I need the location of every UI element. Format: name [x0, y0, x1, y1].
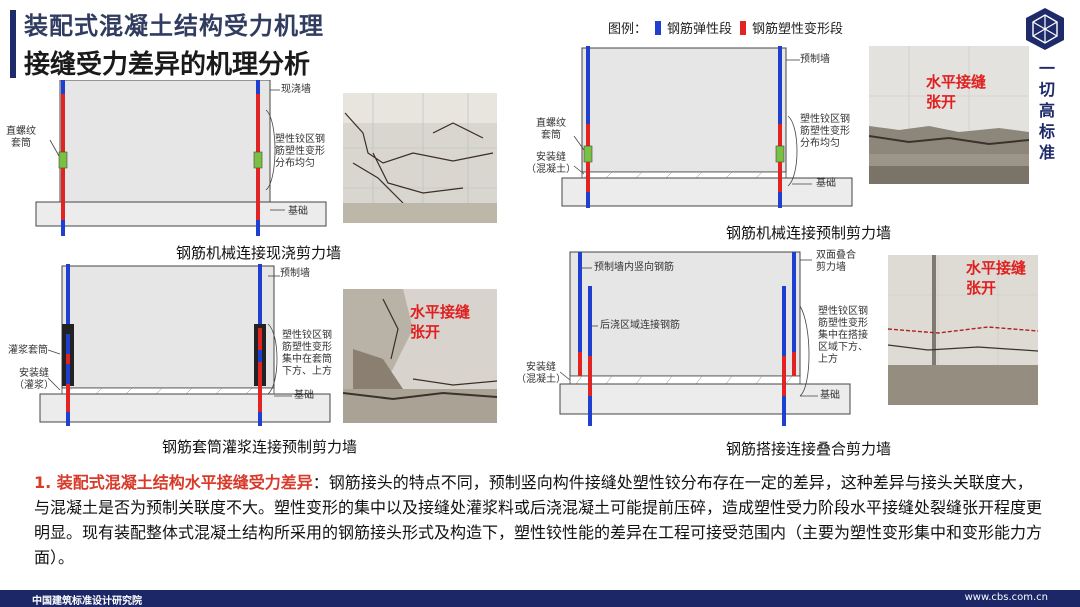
d2-caption: 钢筋机械连接预制剪力墙: [726, 224, 892, 242]
d1-wall-label: 现浇墙: [281, 84, 311, 95]
d3-joint-label: 安装缝 （灌浆）: [14, 368, 54, 391]
d3-wall-label: 预制墙: [280, 268, 310, 279]
title-accent-bar: [10, 10, 16, 78]
side-tag: 一切高标准: [1038, 59, 1055, 162]
legend-plastic-label: 钢筋塑性变形段: [752, 22, 844, 37]
photo-precast-mech-joint: [869, 46, 1029, 184]
legend: 图例： 钢筋弹性段 钢筋塑性变形段: [608, 18, 843, 37]
photo3-label: 水平接缝 张开: [410, 303, 471, 341]
d2-wall-label: 预制墙: [800, 54, 830, 65]
d2-coupler-label: 直螺纹 套筒: [536, 118, 566, 141]
d1-plastic-label: 塑性铰区钢 筋塑性变形 分布均匀: [275, 134, 325, 169]
d4-joint-label: 安装缝 （混凝土）: [516, 362, 566, 385]
legend-prefix: 图例：: [608, 22, 648, 37]
rebar-left-cast: [588, 286, 592, 426]
footer-org: 中国建筑标准设计研究院: [32, 596, 142, 607]
footer-bar: 中国建筑标准设计研究院 www.cbs.com.cn: [0, 590, 1080, 607]
rebar-right-cast: [782, 286, 786, 426]
page-title: 装配式混凝土结构受力机理: [24, 12, 324, 40]
legend-elastic-swatch: [655, 20, 662, 35]
rebar-right-inner: [792, 252, 796, 376]
d1-base-label: 基础: [288, 206, 308, 217]
footer-url[interactable]: www.cbs.com.cn: [965, 592, 1048, 603]
page-subtitle: 接缝受力差异的机理分析: [24, 50, 311, 80]
body-paragraph: 1. 装配式混凝土结构水平接缝受力差异：钢筋接头的特点不同，预制竖向构件接缝处塑…: [34, 470, 1044, 570]
d3-base-label: 基础: [294, 390, 314, 401]
d1-caption: 钢筋机械连接现浇剪力墙: [176, 244, 342, 262]
d1-coupler-label: 直螺纹 套筒: [6, 126, 36, 149]
body-highlight: 1. 装配式混凝土结构水平接缝受力差异: [34, 473, 313, 492]
d2-joint-label: 安装缝 （混凝土）: [526, 152, 576, 175]
d4-cast-label: 后浇区域连接钢筋: [600, 320, 680, 331]
d4-plastic-label: 塑性铰区钢 筋塑性变形 集中在搭接 区域下方、 上方: [818, 306, 868, 365]
photo2-label: 水平接缝 张开: [926, 73, 987, 111]
rebar-left-inner: [578, 252, 582, 376]
d4-inner-label: 预制墙内竖向钢筋: [594, 262, 674, 273]
legend-elastic-label: 钢筋弹性段: [667, 22, 733, 37]
d2-plastic-label: 塑性铰区钢 筋塑性变形 分布均匀: [800, 114, 850, 149]
d3-plastic-label: 塑性铰区钢 筋塑性变形 集中在套筒 下方、上方: [282, 330, 332, 377]
photo-cast-wall-cracks: [343, 93, 497, 223]
d4-caption: 钢筋搭接连接叠合剪力墙: [726, 440, 892, 458]
d2-base-label: 基础: [816, 178, 836, 189]
d3-sleeve-label: 灌浆套筒: [8, 345, 48, 356]
d4-base-label: 基础: [820, 390, 840, 401]
d3-caption: 钢筋套筒灌浆连接预制剪力墙: [162, 438, 358, 456]
legend-plastic-swatch: [740, 20, 747, 35]
photo4-label: 水平接缝 张开: [966, 259, 1027, 297]
d4-wall-label: 双面叠合 剪力墙: [816, 250, 856, 273]
